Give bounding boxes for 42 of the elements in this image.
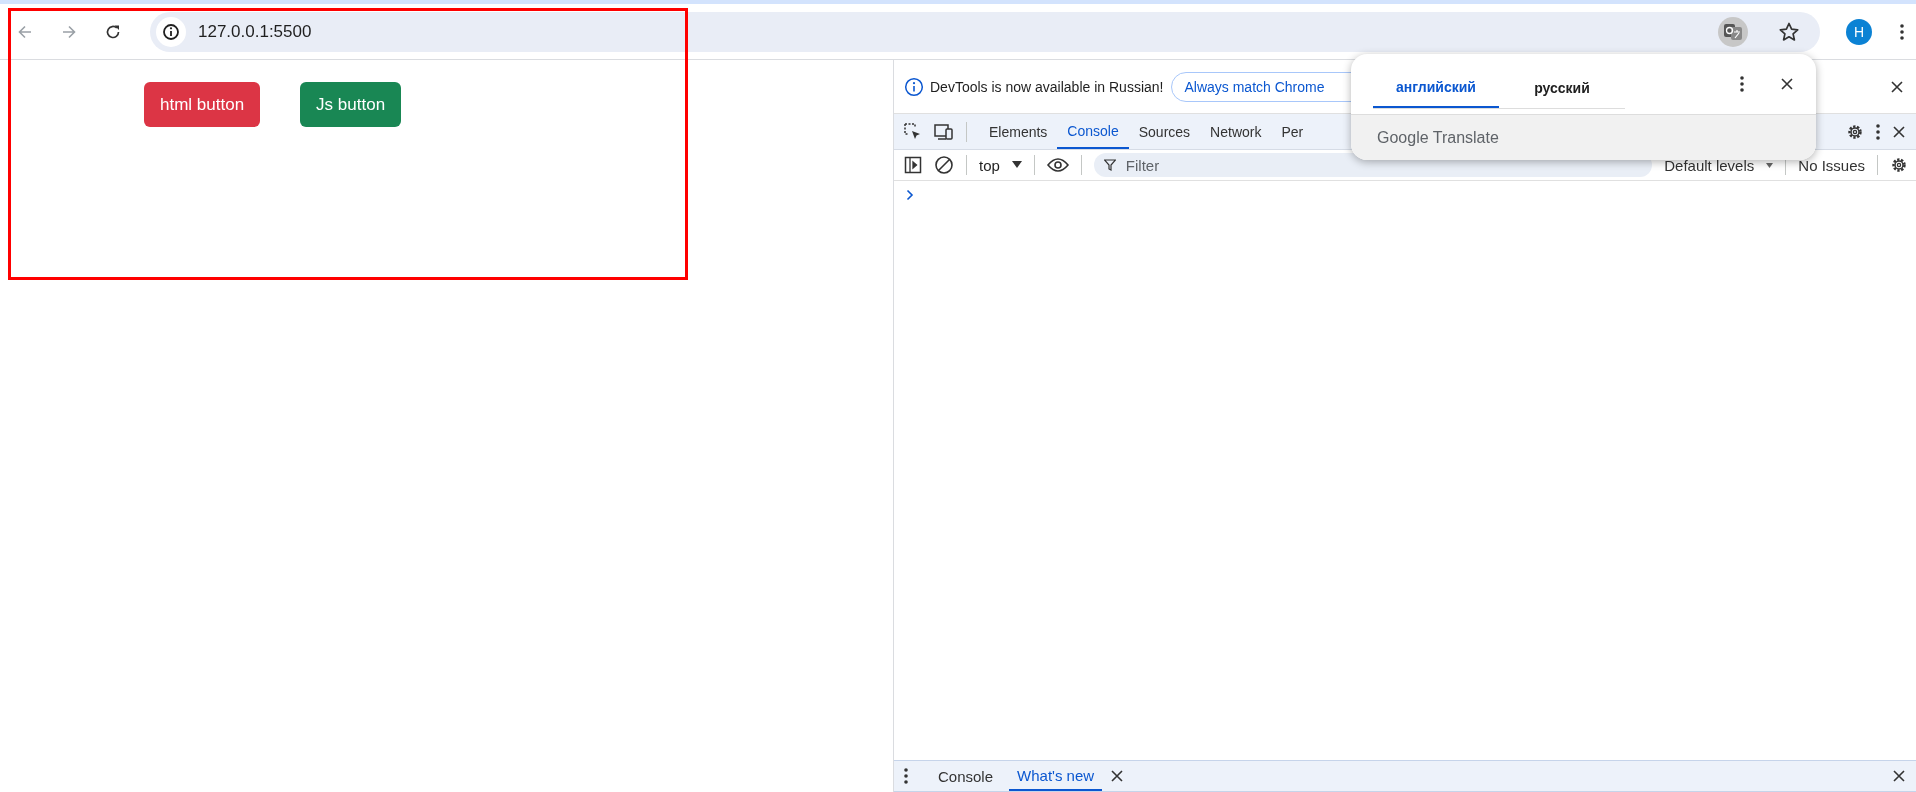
close-devtools-icon[interactable] <box>1892 124 1906 139</box>
page-button[interactable]: Js button <box>300 82 402 127</box>
bookmark-star-icon[interactable] <box>1778 20 1800 43</box>
panel-tab[interactable]: Network <box>1200 114 1272 149</box>
issues-counter[interactable]: No Issues <box>1798 156 1865 174</box>
console-prompt-icon <box>906 189 914 201</box>
menu-icon[interactable] <box>1900 23 1904 40</box>
context-selector[interactable]: top <box>979 156 1000 174</box>
dropdown-caret-icon[interactable] <box>1766 162 1774 168</box>
more-options-icon[interactable] <box>1740 76 1744 92</box>
settings-icon[interactable] <box>1846 122 1864 141</box>
profile-avatar[interactable]: H <box>1846 18 1872 45</box>
close-icon[interactable] <box>1890 79 1904 94</box>
info-icon <box>904 76 924 97</box>
translate-icon[interactable] <box>1718 16 1748 47</box>
settings-icon[interactable] <box>1890 156 1908 174</box>
panel-tab[interactable]: Elements <box>979 114 1058 149</box>
tab-close-icon[interactable] <box>1110 769 1125 783</box>
page-button[interactable]: html button <box>144 82 261 127</box>
inspect-element-icon[interactable] <box>904 122 922 141</box>
drawer-menu-icon[interactable] <box>904 768 908 784</box>
clear-console-icon[interactable] <box>934 155 954 175</box>
site-info-icon[interactable] <box>156 16 186 47</box>
language-tab[interactable]: английский <box>1373 67 1499 108</box>
panel-tab[interactable]: Sources <box>1128 114 1201 149</box>
eye-icon[interactable] <box>1046 157 1069 173</box>
more-options-icon[interactable] <box>1876 123 1880 140</box>
sidebar-toggle-icon[interactable] <box>904 156 922 174</box>
dropdown-caret-icon[interactable] <box>1011 161 1022 169</box>
filter-icon <box>1103 159 1116 171</box>
language-tab[interactable]: русский <box>1499 67 1625 108</box>
drawer-tab[interactable]: Console <box>930 761 1002 791</box>
device-toolbar-icon[interactable] <box>934 122 954 141</box>
translate-service-label: Google Translate <box>1377 128 1499 147</box>
infobar-message: DevTools is now available in Russian! <box>930 78 1164 95</box>
log-levels-dropdown[interactable]: Default levels <box>1664 156 1755 174</box>
panel-tab[interactable]: Console <box>1057 114 1129 149</box>
panel-tab[interactable]: Per <box>1271 114 1314 149</box>
address-field[interactable]: 127.0.0.1:5500 <box>198 21 312 42</box>
close-drawer-icon[interactable] <box>1892 769 1906 783</box>
close-popup-icon[interactable] <box>1780 77 1794 91</box>
drawer-tab[interactable]: What's new <box>1009 761 1103 791</box>
